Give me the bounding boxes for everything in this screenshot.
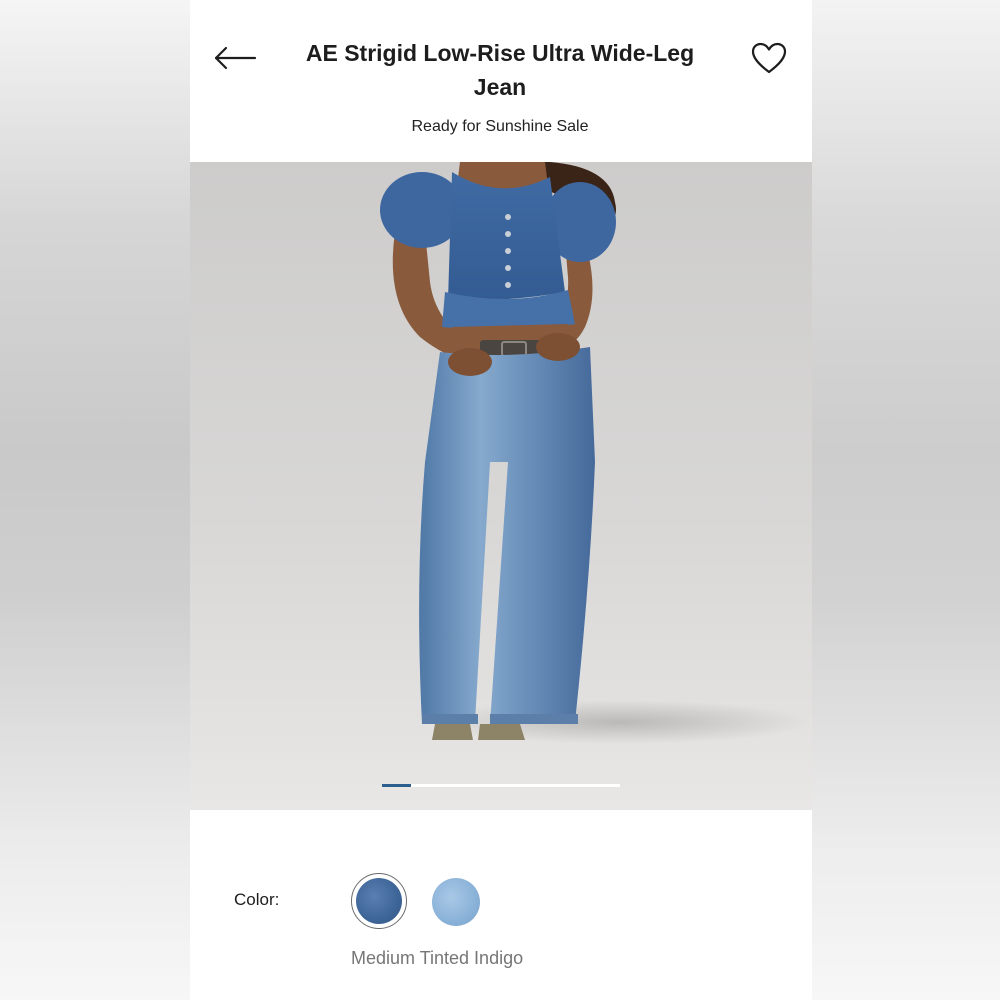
back-button[interactable] — [210, 38, 260, 78]
color-label: Color: — [234, 890, 280, 909]
color-swatch-light-wash[interactable] — [432, 878, 480, 926]
selected-color-name: Medium Tinted Indigo — [351, 948, 524, 968]
sale-subtitle: Ready for Sunshine Sale — [411, 118, 589, 135]
heart-outline-icon — [751, 42, 787, 74]
product-photo — [380, 162, 810, 744]
color-swatch-medium-tinted-indigo[interactable] — [356, 878, 402, 924]
background-right — [810, 0, 1000, 1000]
gallery-progress-indicator — [382, 784, 411, 787]
arrow-left-icon — [214, 46, 257, 70]
product-page: AE Strigid Low-Rise Ultra Wide-Leg Jean … — [190, 0, 812, 1000]
color-selector: Color: Medium Tinted Indigo — [190, 810, 812, 1000]
product-image-gallery[interactable] — [190, 162, 812, 810]
favorite-button[interactable] — [748, 38, 790, 80]
background-left — [0, 0, 190, 1000]
gallery-progress-track — [382, 784, 620, 787]
product-title: AE Strigid Low-Rise Ultra Wide-Leg Jean — [305, 40, 695, 100]
header: AE Strigid Low-Rise Ultra Wide-Leg Jean … — [190, 0, 812, 160]
